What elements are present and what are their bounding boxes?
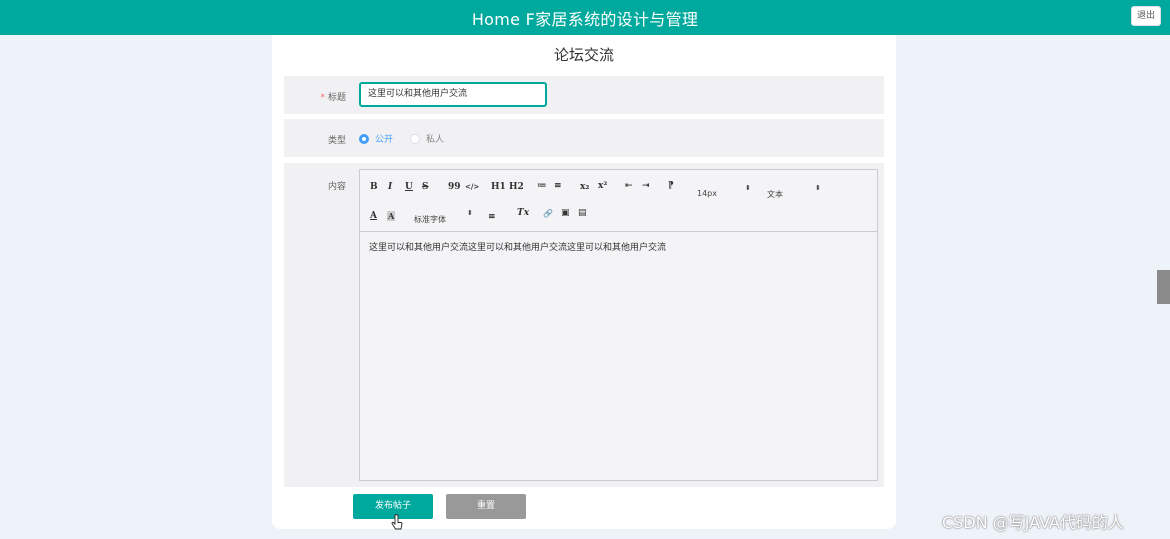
superscript-icon[interactable]: x² [598,181,607,191]
font-family-select[interactable]: 标准字体 [414,214,446,225]
background-color-icon[interactable]: A [387,211,396,221]
ordered-list-icon[interactable]: ≔ [537,181,547,191]
size-caret-icon: ⬍ [745,184,751,192]
font-color-icon[interactable]: A [370,211,377,221]
quote-icon[interactable]: 99 [448,182,461,192]
video-icon[interactable]: ▤ [578,208,587,218]
link-icon[interactable]: 🔗 [543,208,553,218]
italic-icon[interactable]: I [388,182,392,192]
header-select[interactable]: 文本 [767,189,783,200]
top-navbar: Home F家居系统的设计与管理 退出 [0,0,1170,35]
code-icon[interactable]: </> [465,182,479,191]
title-row: * 标题 这里可以和其他用户交流 [284,76,884,114]
radio-private-label: 私人 [426,135,445,145]
type-label: 类型 [327,136,346,146]
type-row: 类型 公开 私人 [284,119,884,157]
radio-unchecked-icon [410,133,420,144]
image-icon[interactable]: ▣ [561,208,570,218]
title-label: * 标题 [320,93,346,103]
content-row: 内容 B I U S 99 </> H1 H2 ≔ ≡ x₂ x² ⇤ ⇥ ⁋ … [284,163,884,487]
text-direction-icon[interactable]: ⁋ [668,181,674,191]
underline-icon[interactable]: U [405,182,413,192]
outdent-icon[interactable]: ⇤ [625,181,633,191]
editor-content[interactable]: 这里可以和其他用户交流这里可以和其他用户交流这里可以和其他用户交流 [369,240,666,253]
h2-icon[interactable]: H2 [509,182,524,192]
strike-icon[interactable]: S [422,182,429,192]
app-title: Home F家居系统的设计与管理 [471,10,699,29]
reset-button[interactable]: 重置 [446,494,526,519]
side-scroll-handle[interactable] [1157,270,1170,304]
logout-button[interactable]: 退出 [1131,6,1161,26]
radio-private[interactable]: 私人 [410,132,444,145]
radio-public-label: 公开 [375,135,394,145]
hand-cursor-icon [391,514,403,530]
indent-icon[interactable]: ⇥ [642,181,650,191]
bullet-list-icon[interactable]: ≡ [554,181,562,191]
header-caret-icon: ⬍ [815,184,821,192]
clean-format-icon[interactable]: Tx [517,208,529,218]
editor-toolbar: B I U S 99 </> H1 H2 ≔ ≡ x₂ x² ⇤ ⇥ ⁋ 14p… [360,170,877,232]
watermark: CSDN @写JAVA代码的人 [942,513,1124,532]
page-title: 论坛交流 [553,46,614,64]
content-label: 内容 [327,182,346,192]
rich-text-editor: B I U S 99 </> H1 H2 ≔ ≡ x₂ x² ⇤ ⇥ ⁋ 14p… [359,169,878,481]
bold-icon[interactable]: B [370,182,378,192]
forum-form-card: 论坛交流 * 标题 这里可以和其他用户交流 类型 公开 私人 内容 B I U S… [272,35,896,529]
align-icon[interactable]: ≡ [488,212,496,222]
title-input[interactable]: 这里可以和其他用户交流 [359,82,547,107]
font-size-select[interactable]: 14px [697,189,717,198]
subscript-icon[interactable]: x₂ [580,182,589,192]
h1-icon[interactable]: H1 [491,182,506,192]
radio-checked-icon [359,133,369,144]
radio-public[interactable]: 公开 [359,132,393,145]
required-mark: * [320,93,325,103]
font-caret-icon: ⬍ [467,209,473,217]
